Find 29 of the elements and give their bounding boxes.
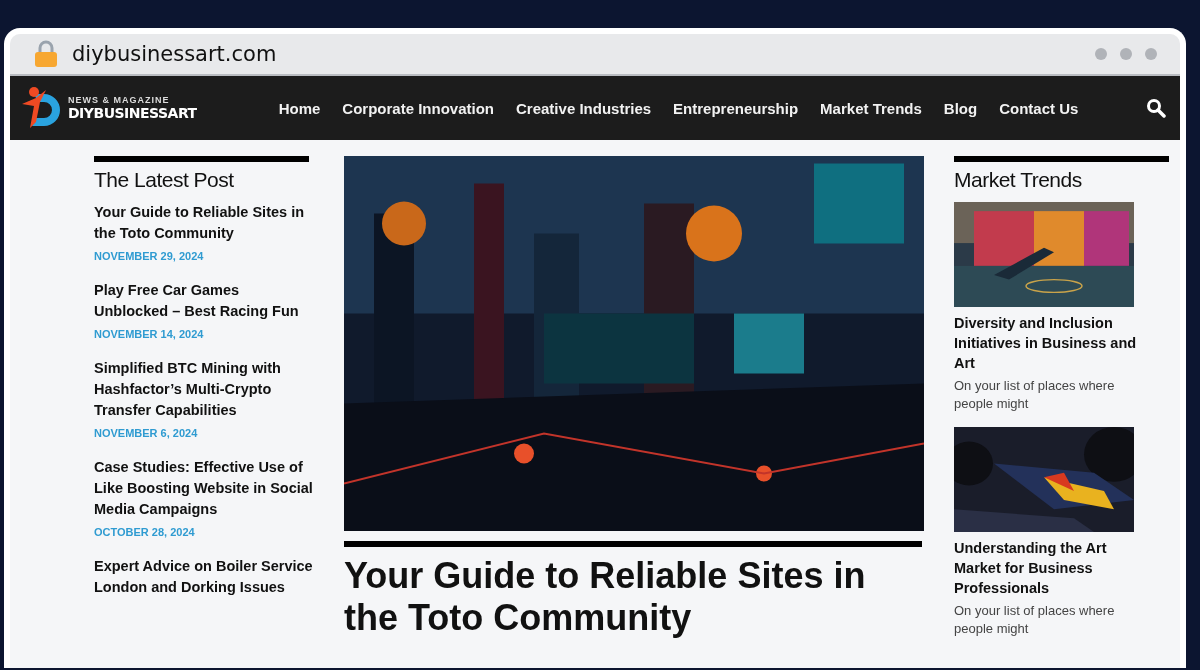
post-date: OCTOBER 28, 2024 bbox=[94, 526, 196, 538]
post-excerpt: On your list of places where people might bbox=[954, 377, 1116, 413]
nav-link[interactable]: Entrepreneurship bbox=[673, 99, 799, 117]
article-title: Your Guide to Reliable Sites in the Toto Community bbox=[344, 555, 867, 639]
post-title-link[interactable]: Case Studies: Effective Use of Like Boosting Website in Social Media Campaigns bbox=[94, 457, 314, 520]
nav-link[interactable]: Corporate Innovation bbox=[342, 99, 494, 117]
post-title-link[interactable]: Play Free Car Games Unblocked – Best Racing Fun bbox=[94, 280, 314, 322]
logo-name: DIYBUSINESSART bbox=[68, 105, 197, 121]
post-title-link[interactable]: Your Guide to Reliable Sites in the Toto Community bbox=[94, 202, 314, 244]
post-date: NOVEMBER 6, 2024 bbox=[94, 427, 199, 439]
post-title-link[interactable]: Diversity and Inclusion Initiatives in Business and Art bbox=[954, 313, 1139, 373]
post-title-link[interactable]: Understanding the Art Market for Business Professionals bbox=[954, 538, 1139, 598]
logo-tagline: NEWS & MAGAZINE bbox=[68, 95, 171, 105]
section-heading: The Latest Post bbox=[94, 168, 235, 192]
post-date: NOVEMBER 29, 2024 bbox=[94, 250, 205, 262]
post-date: NOVEMBER 14, 2024 bbox=[94, 328, 205, 340]
section-heading: Market Trends bbox=[954, 168, 1083, 192]
lock-icon bbox=[34, 40, 58, 68]
url-text[interactable]: diybusinessart.com bbox=[72, 42, 277, 66]
window-controls-icon bbox=[1094, 47, 1158, 61]
post-title-link[interactable]: Simplified BTC Mining with Hashfactor’s Multi-Crypto Transfer Capabilities bbox=[94, 358, 314, 421]
nav-link[interactable]: Market Trends bbox=[820, 99, 922, 117]
nav-link[interactable]: Home bbox=[278, 99, 321, 117]
nav-link[interactable]: Contact Us bbox=[999, 99, 1079, 117]
nav-link[interactable]: Creative Industries bbox=[516, 99, 652, 117]
post-title-link[interactable]: Expert Advice on Boiler Service London and Dorking Issues bbox=[94, 556, 314, 598]
post-excerpt: On your list of places where people might bbox=[954, 602, 1116, 638]
search-icon[interactable] bbox=[1146, 98, 1166, 118]
nav-link[interactable]: Blog bbox=[943, 99, 978, 117]
